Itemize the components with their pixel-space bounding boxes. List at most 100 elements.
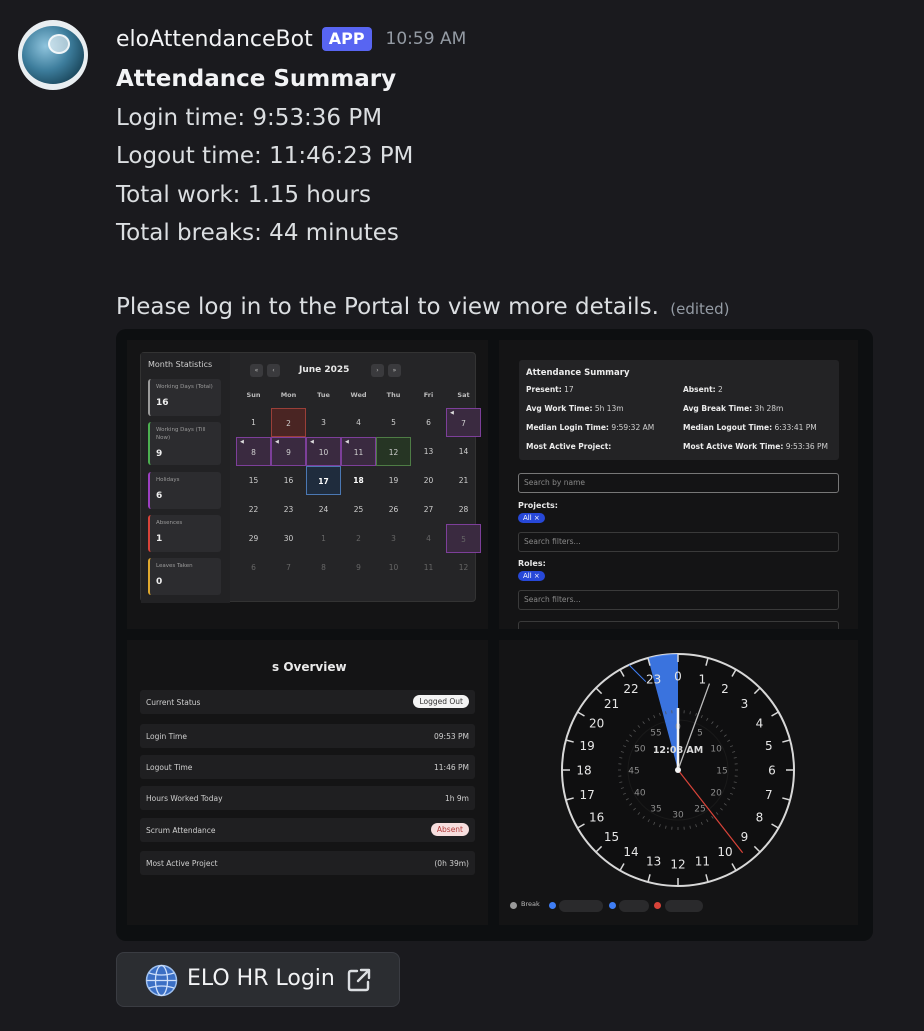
calendar-day[interactable]: 16	[271, 466, 306, 495]
calendar-day[interactable]: 1	[306, 524, 341, 553]
calendar-day[interactable]: 3	[376, 524, 411, 553]
attendance-summary-image[interactable]: Attendance Summary Present: 17 Absent: 2…	[499, 340, 858, 629]
next-filter-input[interactable]	[518, 621, 839, 629]
overview-row-hours-worked: Hours Worked Today 1h 9m	[140, 786, 475, 810]
projects-all-chip[interactable]: All ×	[518, 513, 545, 523]
minute-label: 20	[710, 789, 722, 799]
next-month-button[interactable]: ›	[371, 364, 384, 377]
prev-month-button[interactable]: ‹	[267, 364, 280, 377]
calendar-day-number: 15	[248, 476, 259, 485]
calendar-day[interactable]: 7 ◀	[446, 408, 481, 437]
calendar-day-number: 19	[388, 476, 399, 485]
calendar-month: June 2025	[299, 365, 350, 375]
calendar-day[interactable]: 3	[306, 408, 341, 437]
calendar-day[interactable]: 27	[411, 495, 446, 524]
calendar-day[interactable]: 13	[411, 437, 446, 466]
calendar-day[interactable]: 21	[446, 466, 481, 495]
message-title: Attendance Summary	[116, 66, 397, 92]
calendar-day-number: 4	[426, 534, 431, 543]
calendar-day[interactable]: 26	[376, 495, 411, 524]
calendar-day[interactable]: 1	[236, 408, 271, 437]
calendar-day[interactable]: 30	[271, 524, 306, 553]
roles-label: Roles:	[518, 559, 546, 568]
clock-image[interactable]: 0123456789101112131415161718192021222305…	[499, 640, 858, 925]
total-work-line: Total work: 1.15 hours	[116, 181, 371, 208]
hour-label: 16	[589, 811, 604, 825]
calendar-day-number: 10	[318, 448, 329, 457]
calendar-day-number: 9	[356, 563, 361, 572]
calendar-day[interactable]: 24	[306, 495, 341, 524]
calendar-day[interactable]: 17	[306, 466, 341, 495]
calendar-day[interactable]: 8 ◀	[236, 437, 271, 466]
calendar-day[interactable]: 4	[341, 408, 376, 437]
calendar-day[interactable]: 28	[446, 495, 481, 524]
minute-label: 10	[710, 745, 722, 755]
work-legend-dot	[549, 902, 556, 909]
overview-title: s Overview	[272, 660, 347, 674]
attendance-summary-box: Attendance Summary Present: 17 Absent: 2…	[519, 360, 839, 460]
hour-label: 22	[623, 682, 638, 696]
roles-all-chip[interactable]: All ×	[518, 571, 545, 581]
calendar-day[interactable]: 22	[236, 495, 271, 524]
calendar-day[interactable]: 19	[376, 466, 411, 495]
calendar-day-number: 3	[391, 534, 396, 543]
calendar-day[interactable]: 20	[411, 466, 446, 495]
calendar-day[interactable]: 6	[236, 553, 271, 582]
minute-label: 35	[650, 805, 661, 815]
calendar-day[interactable]: 6	[411, 408, 446, 437]
last-month-button[interactable]: »	[388, 364, 401, 377]
calendar-day[interactable]: 29	[236, 524, 271, 553]
calendar-day[interactable]: 18	[341, 466, 376, 495]
most-active-work-value: 9:53:36 PM	[785, 442, 828, 451]
message-timestamp[interactable]: 10:59 AM	[386, 29, 467, 49]
search-by-name-input[interactable]: Search by name	[518, 473, 839, 493]
hour-label: 2	[721, 682, 729, 696]
logout-time-line: Logout time: 11:46:23 PM	[116, 143, 414, 169]
stat-label: Absences	[156, 520, 183, 526]
calendar-day[interactable]: 9 ◀	[271, 437, 306, 466]
calendar-day[interactable]: 12	[376, 437, 411, 466]
calendar-day[interactable]: 5	[376, 408, 411, 437]
calendar-day[interactable]: 15	[236, 466, 271, 495]
calendar-day[interactable]: 10 ◀	[306, 437, 341, 466]
calendar-day[interactable]: 7	[271, 553, 306, 582]
clock-face: 0123456789101112131415161718192021222305…	[561, 653, 795, 887]
bot-avatar[interactable]	[18, 20, 88, 90]
calendar-image[interactable]: Month Statistics Working Days (Total) 16 …	[127, 340, 488, 629]
avg-break-label: Avg Break Time:	[683, 404, 753, 413]
calendar-day[interactable]: 5	[446, 524, 481, 553]
username[interactable]: eloAttendanceBot	[116, 27, 313, 52]
overview-row-current-status: Current Status Logged Out	[140, 690, 475, 714]
calendar-day[interactable]: 9	[341, 553, 376, 582]
portal-note: Please log in to the Portal to view more…	[116, 294, 659, 320]
stat-value: 0	[156, 577, 163, 587]
elo-hr-login-button[interactable]: ELO HR Login	[116, 952, 400, 1007]
stat-working-days-total: Working Days (Total) 16	[148, 379, 221, 416]
calendar-day[interactable]: 12	[446, 553, 481, 582]
stat-value: 9	[156, 449, 163, 459]
overview-image[interactable]: s Overview Current Status Logged Out Logi…	[127, 640, 488, 925]
calendar-day-number: 4	[356, 418, 361, 427]
first-month-button[interactable]: «	[250, 364, 263, 377]
calendar-day[interactable]: 4	[411, 524, 446, 553]
calendar-day[interactable]: 10	[376, 553, 411, 582]
calendar-day-number: 24	[318, 505, 329, 514]
hour-label: 21	[604, 697, 619, 711]
holiday-marker-icon: ◀	[345, 439, 349, 445]
elo-hr-login-label: ELO HR Login	[187, 966, 335, 991]
calendar-day-number: 12	[458, 563, 469, 572]
calendar-day[interactable]: 25	[341, 495, 376, 524]
calendar-day[interactable]: 11 ◀	[341, 437, 376, 466]
calendar-day[interactable]: 23	[271, 495, 306, 524]
calendar-day[interactable]: 14	[446, 437, 481, 466]
calendar-day-number: 1	[251, 418, 256, 427]
calendar-day[interactable]: 2	[271, 408, 306, 437]
weekday-mon: Mon	[280, 391, 297, 399]
row-key: Hours Worked Today	[146, 794, 223, 803]
calendar-day[interactable]: 8	[306, 553, 341, 582]
overview-row-scrum-attendance: Scrum Attendance Absent	[140, 818, 475, 842]
roles-filter-input[interactable]: Search filters...	[518, 590, 839, 610]
calendar-day[interactable]: 11	[411, 553, 446, 582]
calendar-day[interactable]: 2	[341, 524, 376, 553]
projects-filter-input[interactable]: Search filters...	[518, 532, 839, 552]
